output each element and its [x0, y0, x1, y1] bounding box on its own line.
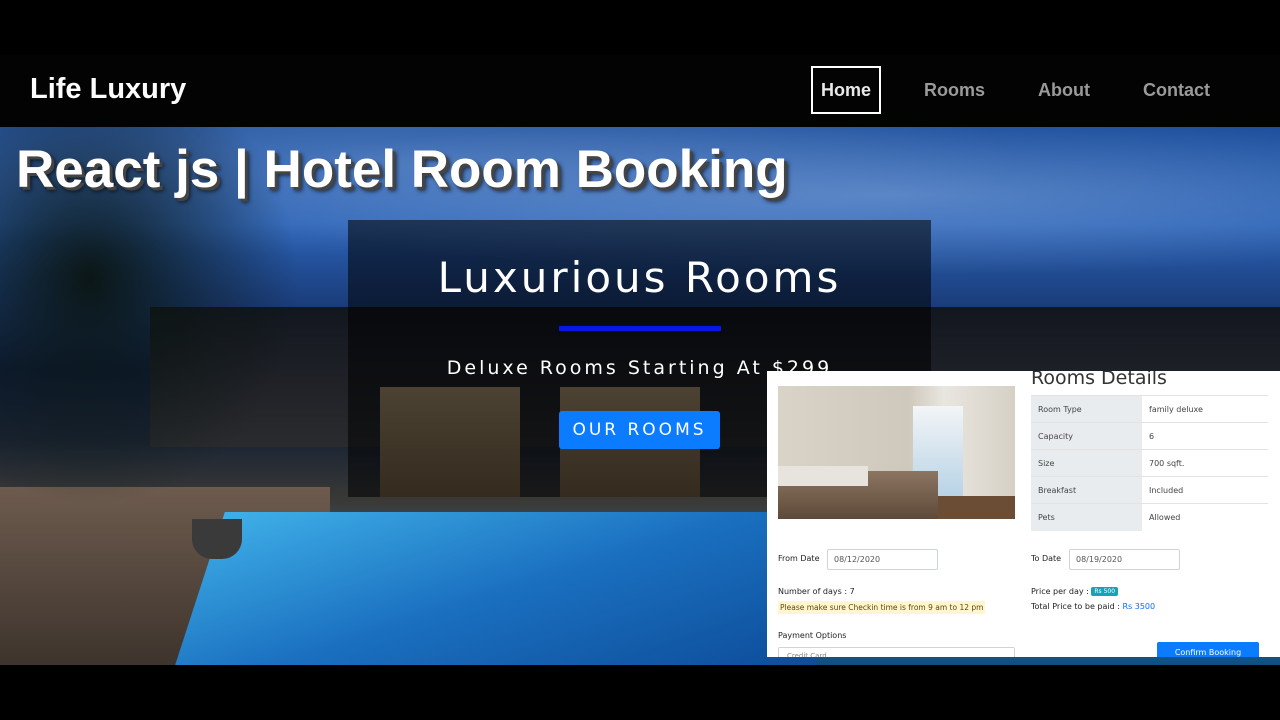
table-row: Breakfast Included [1031, 476, 1268, 504]
nav-links: Home Rooms About Contact [810, 66, 1220, 114]
video-title: React js | Hotel Room Booking [16, 140, 788, 199]
nav-rooms[interactable]: Rooms [914, 66, 995, 114]
payment-select[interactable]: Credit Card [778, 647, 1015, 657]
total-price-value: Rs 3500 [1122, 602, 1156, 611]
detail-value: family deluxe [1142, 395, 1268, 423]
brand-logo[interactable]: Life Luxury [30, 73, 186, 106]
to-date-input[interactable]: 08/19/2020 [1069, 549, 1180, 570]
price-badge: Rs 500 [1091, 587, 1119, 596]
details-table: Room Type family deluxe Capacity 6 Size … [1031, 395, 1268, 531]
nav-home[interactable]: Home [810, 66, 881, 114]
room-photo-sheet [778, 466, 868, 486]
detail-key: Size [1031, 449, 1142, 477]
to-date-label: To Date [1031, 554, 1062, 563]
from-date-input[interactable]: 08/12/2020 [827, 549, 938, 570]
room-photo [778, 386, 1015, 519]
hero-pool [175, 512, 865, 665]
our-rooms-button[interactable]: OUR ROOMS [559, 411, 720, 449]
table-row: Pets Allowed [1031, 503, 1268, 531]
banner-divider [558, 326, 721, 331]
banner-title: Luxurious Rooms [437, 253, 842, 302]
room-photo-floor [928, 496, 1015, 519]
hero-planter [192, 519, 242, 559]
detail-key: Capacity [1031, 422, 1142, 450]
checkin-note: Please make sure Checkin time is from 9 … [778, 601, 986, 614]
detail-key: Room Type [1031, 395, 1142, 423]
confirm-booking-button[interactable]: Confirm Booking [1157, 642, 1259, 657]
total-price: Total Price to be paid : Rs 3500 [1031, 602, 1155, 611]
detail-key: Breakfast [1031, 476, 1142, 504]
detail-value: 6 [1142, 422, 1268, 450]
table-row: Size 700 sqft. [1031, 449, 1268, 477]
detail-value: 700 sqft. [1142, 449, 1268, 477]
detail-value: Allowed [1142, 503, 1268, 531]
details-title: Rooms Details [1031, 371, 1167, 389]
number-of-days: Number of days : 7 [778, 587, 855, 596]
detail-key: Pets [1031, 503, 1142, 531]
table-row: Capacity 6 [1031, 422, 1268, 450]
page: Life Luxury Home Rooms About Contact Rea… [0, 0, 1280, 720]
price-per-day: Price per day : Rs 500 [1031, 587, 1119, 596]
table-row: Room Type family deluxe [1031, 395, 1268, 423]
price-per-day-label: Price per day : [1031, 587, 1089, 596]
from-date-label: From Date [778, 554, 820, 563]
booking-panel: Rooms Details Room Type family deluxe Ca… [767, 371, 1280, 657]
total-price-label: Total Price to be paid : [1031, 602, 1120, 611]
payment-options-label: Payment Options [778, 631, 847, 640]
navbar: Life Luxury Home Rooms About Contact [0, 55, 1280, 127]
nav-contact[interactable]: Contact [1133, 66, 1220, 114]
detail-value: Included [1142, 476, 1268, 504]
nav-about[interactable]: About [1028, 66, 1100, 114]
